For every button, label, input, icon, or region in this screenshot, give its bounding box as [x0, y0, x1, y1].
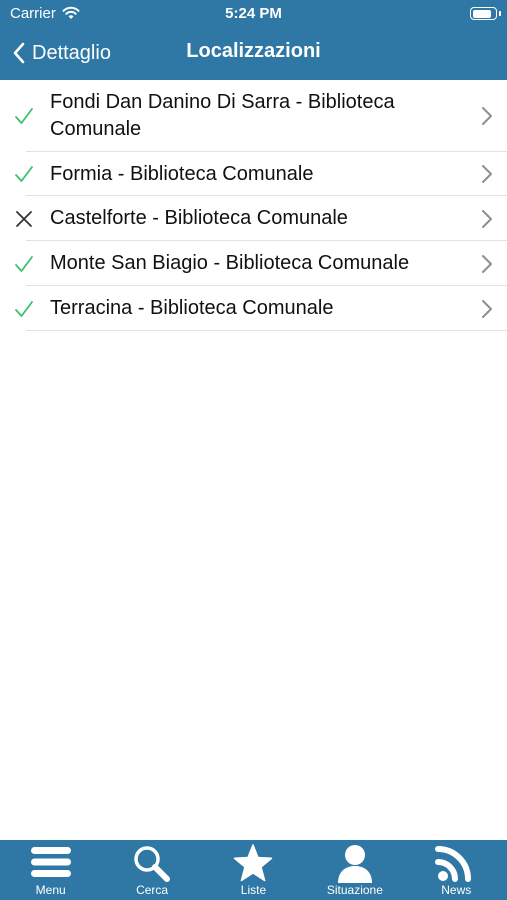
location-row[interactable]: Monte San Biagio - Biblioteca Comunale	[0, 241, 507, 286]
tab-situazione[interactable]: Situazione	[304, 840, 405, 900]
status-bar: Carrier 5:24 PM	[0, 0, 507, 28]
clock: 5:24 PM	[225, 5, 282, 22]
location-name: Fondi Dan Danino Di Sarra - Biblioteca C…	[50, 91, 395, 140]
page-title: Localizzazioni	[186, 40, 321, 62]
battery-icon	[470, 7, 501, 20]
chevron-right-icon	[482, 299, 492, 318]
location-name: Monte San Biagio - Biblioteca Comunale	[50, 252, 410, 274]
rss-icon	[435, 846, 472, 882]
check-icon	[15, 166, 33, 182]
check-icon	[15, 108, 33, 124]
tab-menu-label: Menu	[35, 883, 66, 897]
location-row[interactable]: Formia - Biblioteca Comunale	[0, 152, 507, 196]
check-icon	[15, 255, 33, 272]
tab-bar: Menu Cerca Liste Situazione News	[0, 840, 507, 900]
location-name: Terracina - Biblioteca Comunale	[50, 297, 334, 319]
location-row[interactable]: Terracina - Biblioteca Comunale	[0, 286, 507, 331]
location-name: Formia - Biblioteca Comunale	[50, 162, 314, 185]
tab-news[interactable]: News	[406, 840, 507, 900]
tab-cerca-label: Cerca	[136, 883, 169, 897]
tab-liste-label: Liste	[240, 883, 267, 897]
user-icon	[337, 845, 372, 883]
tab-situazione-label: Situazione	[326, 883, 383, 897]
location-row[interactable]: Castelforte - Biblioteca Comunale	[0, 196, 507, 241]
chevron-right-icon	[482, 107, 492, 125]
star-icon	[234, 844, 273, 882]
tab-liste[interactable]: Liste	[203, 840, 304, 900]
chevron-right-icon	[482, 165, 492, 183]
locations-list: Fondi Dan Danino Di Sarra - Biblioteca C…	[0, 80, 507, 331]
chevron-right-icon	[482, 254, 492, 273]
menu-icon	[30, 847, 71, 877]
navigation-bar: Dettaglio Localizzazioni	[0, 28, 507, 80]
check-icon	[15, 300, 33, 317]
location-name: Castelforte - Biblioteca Comunale	[50, 207, 348, 229]
search-icon	[134, 846, 171, 882]
x-icon	[16, 210, 32, 227]
tab-menu[interactable]: Menu	[0, 840, 101, 900]
row-divider	[26, 330, 507, 331]
chevron-right-icon	[482, 209, 492, 228]
tab-news-label: News	[441, 883, 472, 897]
location-row[interactable]: Fondi Dan Danino Di Sarra - Biblioteca C…	[0, 80, 507, 152]
header: Carrier 5:24 PM Dettaglio Localizzazioni	[0, 0, 507, 80]
tab-cerca[interactable]: Cerca	[101, 840, 202, 900]
